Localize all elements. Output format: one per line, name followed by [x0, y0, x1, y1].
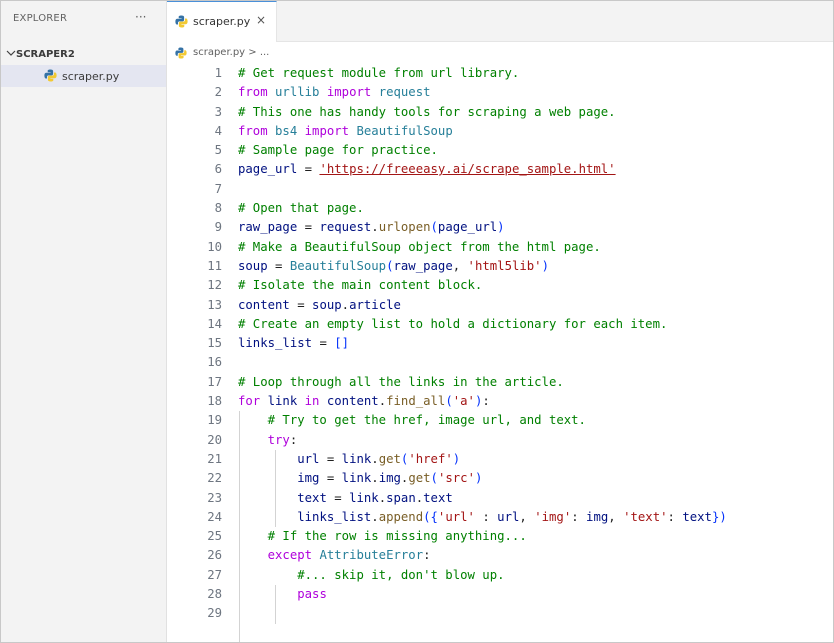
- code-line: 27 #... skip it, don't blow up.: [207, 567, 505, 582]
- code-line: 20 try:: [207, 432, 298, 447]
- code-line: 8 # Open that page.: [214, 201, 364, 216]
- code-line: 25 # If the row is missing anything...: [207, 529, 527, 544]
- python-file-icon: [44, 69, 57, 82]
- code-line: 16: [207, 355, 222, 370]
- file-name: scraper.py: [62, 70, 120, 83]
- breadcrumb-text: scraper.py > ...: [193, 47, 270, 58]
- code-line: 24 links_list.append({'url' : url, 'img'…: [207, 509, 727, 524]
- code-line: 7: [214, 181, 222, 196]
- breadcrumb[interactable]: scraper.py > ...: [167, 45, 833, 61]
- editor: scraper.py × scraper.py > ... 1 # Get req…: [167, 1, 833, 642]
- code-line: 18 for link in content.find_all('a'):: [207, 394, 490, 409]
- code-line: 15 links_list = []: [207, 336, 350, 351]
- file-item-scraper-py[interactable]: scraper.py: [1, 65, 166, 87]
- code-line: 10 # Make a BeautifulSoup object from the…: [207, 239, 601, 254]
- code-line: 6 page_url = 'https://freeeasy.ai/scrape_…: [214, 162, 616, 177]
- explorer-title: EXPLORER: [13, 13, 68, 24]
- code-line: 26 except AttributeError:: [207, 548, 431, 563]
- python-file-icon: [175, 47, 187, 59]
- python-file-icon: [175, 15, 188, 28]
- code-line: 4 from bs4 import BeautifulSoup: [214, 123, 453, 138]
- code-line: 29: [207, 606, 222, 621]
- code-area[interactable]: 1 # Get request module from url library. …: [167, 64, 833, 642]
- code-line: 17 # Loop through all the links in the ar…: [207, 374, 564, 389]
- code-line: 23 text = link.span.text: [207, 490, 453, 505]
- explorer-header: EXPLORER ···: [1, 1, 166, 39]
- code-line: 2 from urllib import request: [214, 85, 431, 100]
- code-line: 22 img = link.img.get('src'): [207, 471, 483, 486]
- code-line: 28 pass: [207, 587, 327, 602]
- code-line: 12 # Isolate the main content block.: [207, 278, 483, 293]
- tab-bar: scraper.py ×: [167, 1, 833, 42]
- code-line: 3 # This one has handy tools for scraping…: [214, 104, 616, 119]
- code-line: 11 soup = BeautifulSoup(raw_page, 'html5l…: [207, 258, 549, 273]
- code-line: 21 url = link.get('href'): [207, 451, 461, 466]
- code-line: 14 # Create an empty list to hold a dicti…: [207, 316, 668, 331]
- more-actions-button[interactable]: ···: [135, 10, 146, 24]
- folder-name: SCRAPER2: [16, 49, 75, 60]
- code-line: 9 raw_page = request.urlopen(page_url): [214, 220, 505, 235]
- tab-scraper-py[interactable]: scraper.py ×: [167, 1, 277, 42]
- close-icon[interactable]: ×: [256, 13, 266, 27]
- code-line: 1 # Get request module from url library.: [214, 66, 520, 80]
- vscode-window: EXPLORER ··· SCRAPER2 scraper.py scraper…: [0, 0, 834, 643]
- explorer-sidebar: EXPLORER ··· SCRAPER2 scraper.py: [1, 1, 167, 642]
- code-line: 5 # Sample page for practice.: [214, 143, 438, 158]
- folder-scraper2[interactable]: SCRAPER2: [1, 44, 166, 64]
- tab-label: scraper.py: [193, 15, 251, 28]
- code-line: 19 # Try to get the href, image url, and…: [207, 413, 586, 428]
- code-line: 13 content = soup.article: [207, 297, 401, 312]
